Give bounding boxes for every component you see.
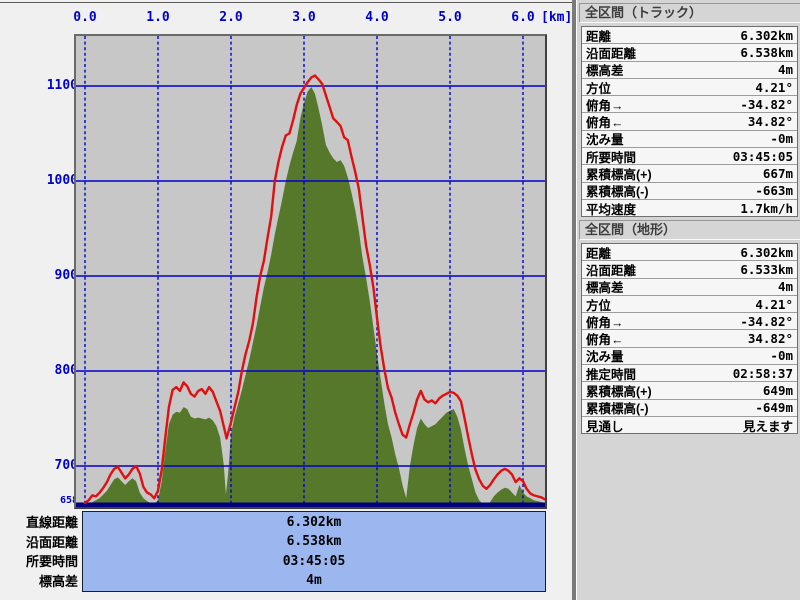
table-row: 標高差 4m [582,278,797,296]
elevation-profile-plot[interactable] [74,34,547,509]
table-row: 累積標高(-) -663m [582,182,797,200]
y-axis-tick-label: 1100 [46,78,78,93]
row-value: -0m [770,131,793,147]
row-label: 累積標高(+) [586,168,652,183]
table-row: 沿面距離 6.538km [582,44,797,62]
row-label: 俯角→ [586,315,624,330]
panel-table-terrain: 距離 6.302km 沿面距離 6.533km 標高差 4m 方位 4.21° 俯角→ -34.8… [581,243,798,435]
row-label: 俯角← [586,116,624,131]
summary-label: 直線距離 [25,515,78,530]
panel-table-track: 距離 6.302km 沿面距離 6.538km 標高差 4m 方位 4.21° 俯角→ -34.8… [581,26,798,218]
x-axis-tick-label: 1.0 [146,10,170,25]
terrain-area [85,87,545,507]
table-row: 俯角← 34.82° [582,113,797,131]
row-label: 俯角→ [586,98,624,113]
table-row: 方位 4.21° [582,295,797,314]
row-label: 標高差 [586,281,624,296]
row-label: 方位 [586,81,612,96]
row-label: 沿面距離 [586,46,637,61]
x-axis-tick-label: 0.0 [73,10,97,25]
table-row: 標高差 4m [582,61,797,79]
baseline-band [76,502,545,507]
row-value: 6.538km [740,44,793,60]
row-label: 方位 [586,298,612,313]
row-value: 1.7km/h [740,200,793,216]
elevation-profile-svg [76,36,545,507]
row-value: 03:45:05 [732,148,793,164]
table-row: 推定時間 02:58:37 [582,365,797,383]
summary-value-box: 6.302km 6.538km 03:45:05 4m [82,511,546,592]
row-label: 平均速度 [586,202,637,217]
elevation-graph-window: 0.0 1.0 2.0 3.0 4.0 5.0 6.0 [km] 1100 1000 900 800… [0,0,800,600]
row-value: -663m [755,183,793,199]
x-axis-tick-label: 2.0 [219,10,243,25]
row-label: 推定時間 [586,367,637,382]
row-value: -34.82° [740,313,793,329]
table-row: 累積標高(-) -649m [582,399,797,417]
summary-value: 4m [306,573,322,588]
summary-value: 6.538km [286,534,342,549]
row-label: 距離 [586,246,612,261]
row-value: 4m [777,279,793,295]
summary-label: 沿面距離 [25,534,78,550]
row-value: 02:58:37 [732,365,793,381]
row-value: 4m [777,62,793,78]
summary-value: 03:45:05 [282,553,346,569]
row-label: 所要時間 [586,150,637,165]
summary-label: 所要時間 [25,554,78,570]
row-value: 667m [762,166,793,182]
row-value: 6.302km [740,27,793,43]
table-row: 見通し 見えます [582,416,797,434]
row-value: 34.82° [747,114,793,130]
table-row: 距離 6.302km [582,27,797,45]
row-value: -34.82° [740,96,793,112]
x-axis-tick-label: 4.0 [365,10,389,25]
y-axis-min-label: 658 [59,495,78,506]
table-row: 俯角← 34.82° [582,330,797,348]
row-label: 沈み量 [586,350,624,365]
panel-title-terrain: 全区間（地形） [579,220,800,240]
table-row: 累積標高(+) 667m [582,165,797,183]
row-value: 4.21° [755,79,793,95]
row-value: 4.21° [755,296,793,312]
row-value: 6.302km [740,244,793,260]
window-top-border [0,2,573,3]
row-label: 累積標高(+) [586,385,652,400]
table-row: 距離 6.302km [582,244,797,262]
table-row: 方位 4.21° [582,78,797,97]
y-axis-tick-label: 700 [54,458,78,473]
row-value: 34.82° [747,331,793,347]
summary-value: 6.302km [286,514,342,530]
row-label: 沈み量 [586,133,624,148]
summary-label: 標高差 [38,574,78,590]
row-label: 累積標高(-) [586,185,649,200]
table-row: 俯角→ -34.82° [582,313,797,331]
table-row: 沈み量 -0m [582,130,797,149]
y-axis-tick-label: 800 [54,363,78,378]
row-label: 距離 [586,29,612,44]
chart-region: 0.0 1.0 2.0 3.0 4.0 5.0 6.0 [km] 1100 1000 900 800… [0,0,573,600]
table-row: 平均速度 1.7km/h [582,199,797,217]
y-axis-tick-label: 1000 [46,173,78,188]
row-value: 見えます [742,418,793,434]
row-label: 俯角← [586,333,624,348]
row-value: 6.533km [740,261,793,277]
table-row: 俯角→ -34.82° [582,96,797,114]
row-value: 649m [762,383,793,399]
panel-title-track: 全区間（トラック） [579,3,800,23]
x-axis-tick-label: 5.0 [438,10,462,25]
table-row: 累積標高(+) 649m [582,382,797,400]
x-axis-tick-label: 3.0 [292,10,316,25]
table-row: 沿面距離 6.533km [582,261,797,279]
row-label: 沿面距離 [586,263,637,278]
row-label: 見通し [586,419,624,434]
info-panel: 全区間（トラック） 距離 6.302km 沿面距離 6.538km 標高差 4m 方位 4.21… [577,0,800,600]
table-row: 沈み量 -0m [582,347,797,366]
table-row: 所要時間 03:45:05 [582,148,797,166]
row-label: 標高差 [586,64,624,79]
y-axis-tick-label: 900 [54,268,78,283]
row-label: 累積標高(-) [586,402,649,417]
row-value: -0m [770,348,793,364]
row-value: -649m [755,400,793,416]
